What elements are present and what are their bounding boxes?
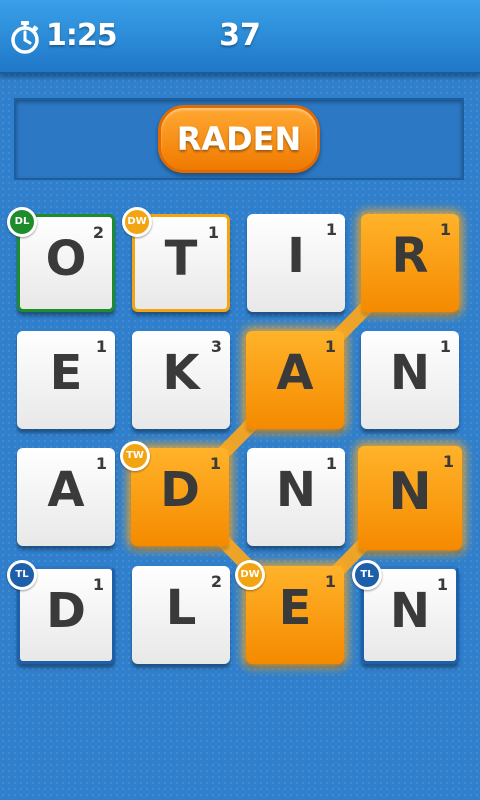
tile-points: 1 [442, 452, 454, 471]
tile-points: 1 [92, 575, 104, 594]
triple-letter-badge: TL [7, 560, 37, 590]
tile-points: 1 [325, 220, 337, 239]
letter-tile-selected[interactable]: N 1 [358, 446, 462, 550]
tile-points: 3 [210, 337, 222, 356]
letter-tile[interactable]: N 1 [361, 331, 459, 429]
tile-points: 2 [92, 223, 104, 242]
tile-points: 2 [210, 572, 222, 591]
tile-points: 1 [324, 337, 336, 356]
letter-tile[interactable]: E 1 [17, 331, 115, 429]
double-word-badge: DW [235, 560, 265, 590]
double-word-badge: DW [122, 207, 152, 237]
triple-word-badge: TW [120, 441, 150, 471]
submit-word-button[interactable]: RADEN [158, 105, 320, 173]
letter-tile-selected[interactable]: A 1 [246, 331, 344, 429]
double-letter-badge: DL [7, 207, 37, 237]
tile-points: 1 [439, 220, 451, 239]
tile-points: 1 [439, 337, 451, 356]
tile-points: 1 [324, 572, 336, 591]
tile-points: 1 [436, 575, 448, 594]
tile-letter: N [388, 462, 432, 522]
top-bar: 1:25 37 [0, 0, 480, 74]
tile-points: 1 [207, 223, 219, 242]
stopwatch-icon [11, 21, 39, 54]
tile-points: 1 [209, 454, 221, 473]
triple-letter-badge: TL [352, 560, 382, 590]
tile-points: 1 [325, 454, 337, 473]
letter-tile[interactable]: N 1 [247, 448, 345, 546]
tile-points: 1 [95, 337, 107, 356]
timer-display: 1:25 [46, 18, 118, 53]
letter-tile[interactable]: K 3 [132, 331, 230, 429]
score-display: 37 [219, 18, 261, 53]
letter-tile[interactable]: L 2 [132, 566, 230, 664]
letter-tile-selected[interactable]: R 1 [361, 214, 459, 312]
letter-tile[interactable]: I 1 [247, 214, 345, 312]
letter-tile[interactable]: A 1 [17, 448, 115, 546]
tile-points: 1 [95, 454, 107, 473]
